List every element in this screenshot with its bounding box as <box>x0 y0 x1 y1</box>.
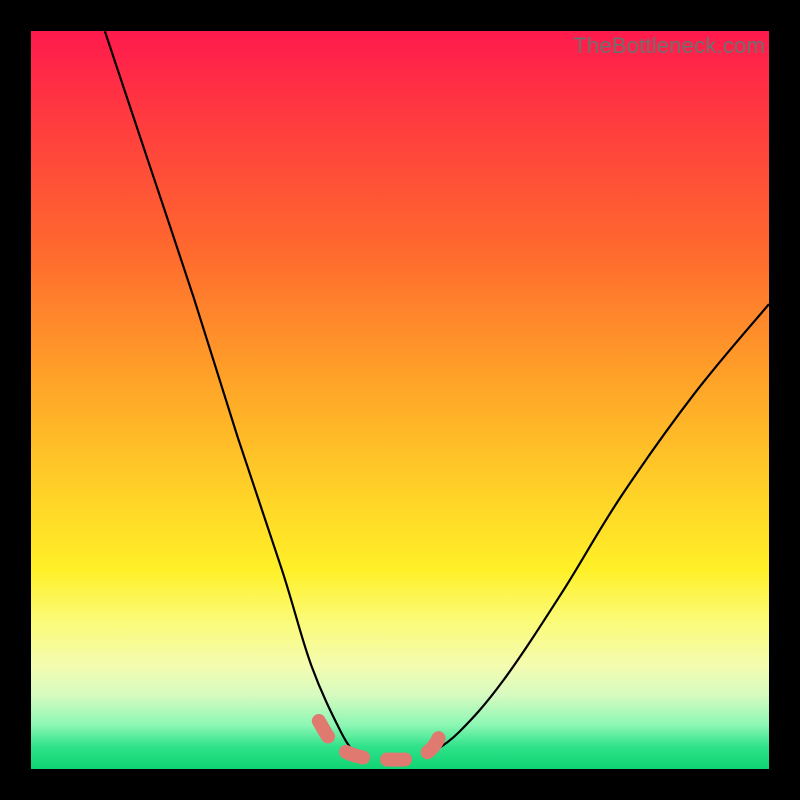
left-curve <box>105 31 356 754</box>
right-curve <box>430 304 770 754</box>
watermark-text: TheBottleneck.com <box>573 33 765 59</box>
chart-frame: TheBottleneck.com <box>0 0 800 800</box>
chart-svg <box>31 31 769 769</box>
